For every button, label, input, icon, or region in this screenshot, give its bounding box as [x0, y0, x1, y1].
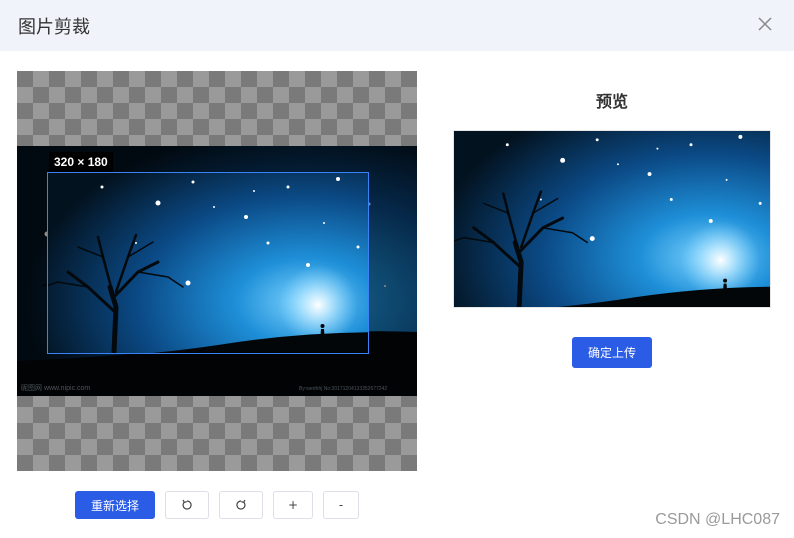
preview-title: 预览	[595, 92, 628, 111]
zoom-out-button[interactable]: -	[323, 491, 359, 519]
dialog-header: 图片剪裁	[0, 0, 794, 51]
preview-image	[453, 130, 771, 308]
crop-canvas[interactable]: 昵图网 www.nipic.com By:werthhj No:20171204…	[17, 71, 417, 471]
rotate-right-icon	[236, 499, 246, 510]
confirm-upload-button[interactable]: 确定上传	[572, 337, 652, 368]
zoom-in-button[interactable]: +	[273, 491, 313, 519]
rotate-left-button[interactable]	[165, 491, 209, 519]
crop-selection-image	[48, 173, 368, 353]
reselect-button[interactable]: 重新选择	[75, 491, 155, 519]
watermark: CSDN @LHC087	[655, 511, 780, 528]
rotate-right-button[interactable]	[219, 491, 263, 519]
crop-size-label: 320 × 180	[49, 152, 113, 172]
rotate-left-icon	[182, 499, 192, 510]
crop-selection[interactable]	[47, 172, 369, 354]
dialog-title: 图片剪裁	[18, 16, 90, 38]
preview-picture	[454, 131, 770, 307]
close-button[interactable]	[754, 13, 776, 35]
close-icon	[758, 17, 772, 31]
